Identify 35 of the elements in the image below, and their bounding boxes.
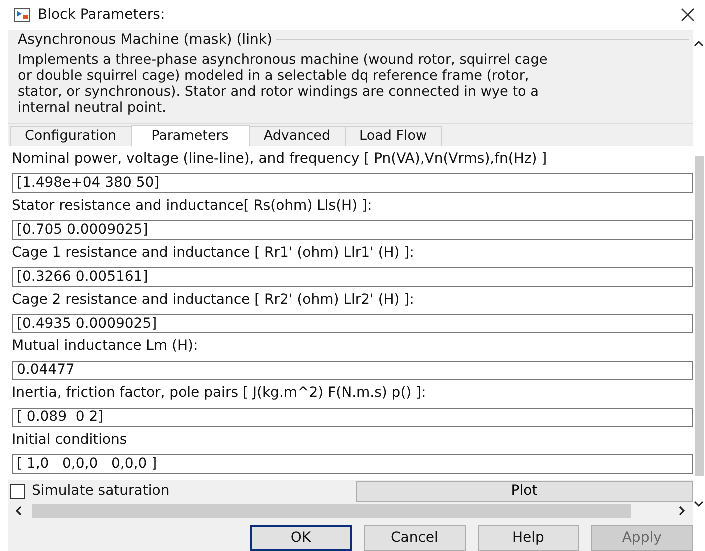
scroll-up-icon[interactable] (694, 40, 704, 48)
vertical-scrollbar[interactable] (693, 30, 705, 551)
tab[interactable]: Configuration (10, 126, 132, 146)
description-line: Implements a three-phase asynchronous machine (wound rotor, squirrel cage (18, 52, 548, 68)
parameter-label: Cage 1 resistance and inductance [ Rr1' (ohm) Llr1' (H) ]: (12, 244, 416, 263)
description-line: stator, or synchronous). Stator and rotor windings are connected in wye to a (18, 84, 539, 100)
input-field[interactable]: [0.3266 0.005161] (12, 267, 693, 287)
dialog-button[interactable]: OK (250, 525, 352, 551)
tab[interactable]: Load Flow (344, 126, 442, 146)
parameter-label: Cage 2 resistance and inductance [ Rr2' (ohm) Llr2' (H) ]: (12, 290, 416, 310)
block-icon (14, 8, 30, 22)
scroll-down-icon[interactable] (694, 500, 704, 508)
input-field[interactable]: [1.498e+04 380 50] (12, 173, 693, 193)
group-title: Asynchronous Machine (mask) (link) (18, 32, 272, 48)
scroll-right-icon[interactable] (677, 506, 687, 516)
plot-button[interactable]: Plot (356, 480, 693, 502)
parameter-label: Nominal power, voltage (line-line), and frequency [ Pn(VA),Vn(Vrms),fn(Hz) ] (12, 150, 548, 169)
dialog-button[interactable]: Cancel (364, 525, 466, 551)
parameter-label: Inertia, friction factor, pole pairs [ J(kg.m^2) F(N.m.s) p() ]: (12, 384, 428, 404)
simulate-saturation-checkbox[interactable]: Simulate saturation (10, 483, 340, 500)
description-line: internal neutral point. (18, 100, 166, 116)
window-title: Block Parameters: (38, 7, 166, 23)
input-field[interactable]: [0.4935 0.0009025] (12, 314, 693, 334)
input-field[interactable]: [ 1,0 0,0,0 0,0,0 ] (12, 454, 693, 474)
scroll-left-icon[interactable] (14, 506, 24, 516)
parameter-label: Stator resistance and inductance[ Rs(ohm) Lls(H) ]: (12, 196, 374, 216)
input-field[interactable]: [ 0.089 0 2] (12, 408, 693, 428)
parameter-label: Mutual inductance Lm (H): (12, 337, 200, 356)
parameter-label: Initial conditions (12, 431, 128, 450)
input-field[interactable]: 0.04477 (12, 360, 693, 380)
tab[interactable]: Parameters (130, 124, 250, 146)
description-line: or double squirrel cage) modeled in a selectable dq reference frame (rotor, (18, 68, 530, 84)
close-icon[interactable] (681, 8, 695, 22)
dialog-button[interactable]: Help (478, 525, 580, 551)
input-field[interactable]: [0.705 0.0009025] (12, 220, 693, 240)
